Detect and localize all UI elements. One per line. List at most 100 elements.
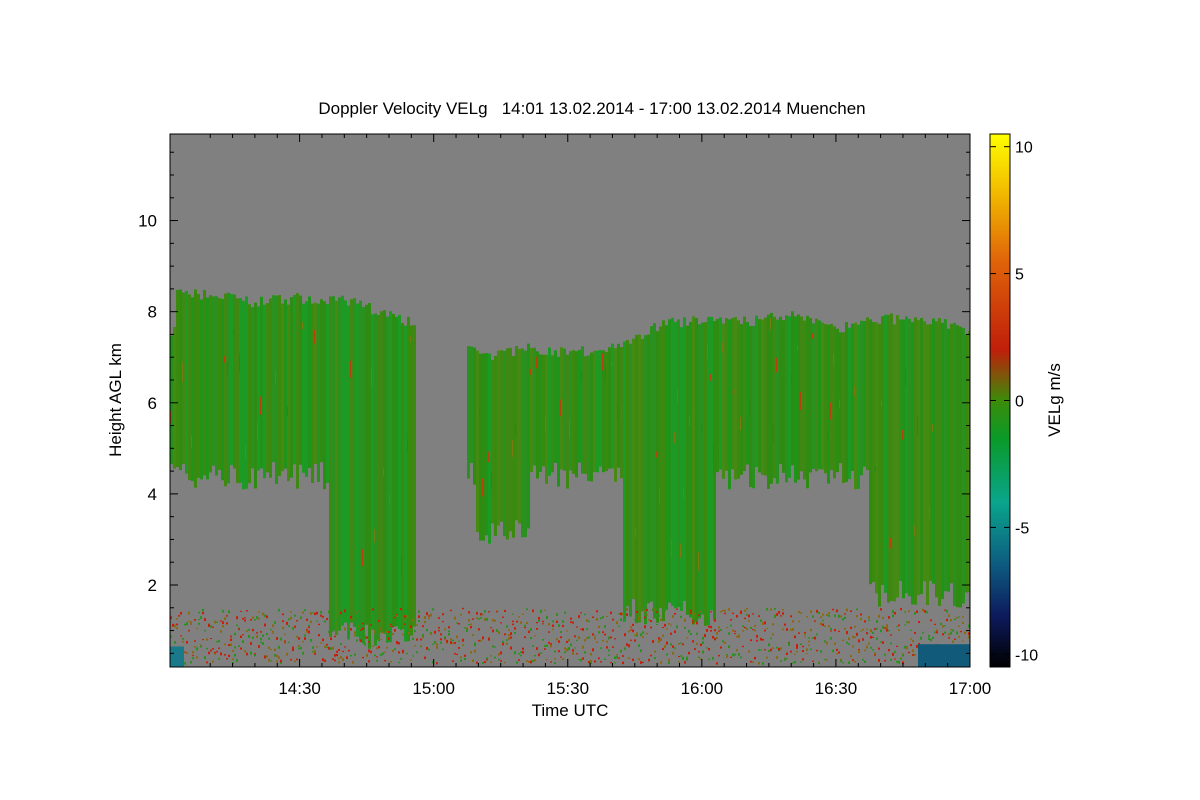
echo-column (962, 327, 965, 604)
echo-streak (917, 415, 918, 435)
clutter-pixel (792, 662, 794, 664)
clutter-pixel (882, 641, 884, 644)
echo-streak (875, 466, 876, 472)
clutter-pixel (538, 653, 540, 657)
clutter-pixel (770, 608, 772, 611)
clutter-pixel (808, 637, 810, 639)
echo-streak (569, 418, 570, 439)
echo-column (785, 315, 788, 483)
echo-column (635, 334, 638, 624)
clutter-pixel (792, 627, 794, 631)
clutter-pixel (230, 635, 232, 638)
clutter-pixel (508, 637, 510, 640)
clutter-pixel (202, 639, 204, 641)
clutter-pixel (348, 625, 350, 627)
clutter-pixel (336, 650, 338, 653)
clutter-pixel (750, 660, 752, 663)
clutter-pixel (662, 627, 664, 629)
clutter-pixel (216, 650, 218, 653)
clutter-pixel (440, 638, 442, 641)
clutter-pixel (554, 658, 556, 660)
echo-streak (545, 417, 546, 431)
clutter-pixel (722, 640, 724, 643)
echo-column (338, 297, 341, 631)
clutter-pixel (724, 641, 726, 645)
clutter-pixel (482, 613, 484, 616)
echo-column (956, 325, 959, 608)
clutter-pixel (412, 618, 414, 622)
clutter-pixel (352, 616, 354, 618)
echo-streak (671, 539, 672, 558)
clutter-pixel (752, 661, 754, 663)
clutter-pixel (746, 627, 748, 631)
clutter-pixel (504, 633, 506, 636)
clutter-pixel (356, 639, 358, 642)
echo-column (386, 316, 389, 643)
clutter-pixel (624, 616, 626, 619)
clutter-pixel (646, 632, 648, 635)
clutter-pixel (456, 653, 458, 655)
echo-streak (383, 468, 384, 476)
clutter-pixel (632, 623, 634, 626)
clutter-pixel (578, 615, 580, 618)
clutter-pixel (572, 621, 574, 624)
colorbar-tick-label: 5 (1015, 267, 1024, 284)
clutter-pixel (706, 622, 708, 624)
clutter-pixel (842, 661, 844, 664)
echo-streak (314, 329, 315, 344)
clutter-pixel (176, 618, 178, 620)
clutter-pixel (236, 659, 238, 662)
clutter-pixel (280, 659, 282, 663)
clutter-pixel (548, 631, 550, 633)
echo-column (731, 318, 734, 470)
echo-streak (482, 478, 483, 497)
clutter-pixel (374, 628, 376, 631)
clutter-pixel (874, 628, 876, 630)
clutter-pixel (812, 660, 814, 662)
clutter-pixel (566, 648, 568, 652)
echo-column (728, 319, 731, 490)
clutter-pixel (666, 653, 668, 656)
clutter-pixel (506, 625, 508, 628)
clutter-pixel (672, 651, 674, 655)
clutter-pixel (352, 661, 354, 664)
clutter-pixel (686, 656, 688, 660)
clutter-pixel (720, 629, 722, 631)
clutter-pixel (658, 640, 660, 643)
clutter-pixel (634, 634, 636, 636)
clutter-pixel (872, 649, 874, 651)
clutter-pixel (236, 624, 238, 627)
echo-column (644, 335, 647, 625)
clutter-pixel (694, 609, 696, 611)
clutter-pixel (186, 640, 188, 644)
clutter-pixel (656, 611, 658, 613)
clutter-pixel (334, 635, 336, 638)
clutter-pixel (522, 651, 524, 654)
clutter-pixel (896, 645, 898, 648)
clutter-pixel (894, 658, 896, 660)
echo-column (839, 332, 842, 464)
clutter-pixel (296, 635, 298, 638)
echo-column (332, 296, 335, 631)
clutter-pixel (258, 611, 260, 613)
clutter-pixel (396, 641, 398, 645)
clutter-pixel (354, 631, 356, 635)
echo-streak (905, 368, 906, 386)
clutter-pixel (662, 634, 664, 637)
clutter-pixel (308, 630, 310, 634)
y-tick-label: 4 (148, 485, 157, 504)
clutter-pixel (704, 634, 706, 638)
echo-column (185, 290, 188, 474)
clutter-pixel (454, 652, 456, 655)
clutter-pixel (380, 627, 382, 630)
echo-streak (536, 356, 537, 369)
clutter-pixel (204, 629, 206, 632)
clutter-pixel (470, 651, 472, 654)
clutter-pixel (448, 626, 450, 629)
echo-streak (797, 345, 798, 351)
clutter-pixel (494, 646, 496, 648)
surface-echo-left (170, 646, 184, 667)
echo-column (329, 296, 332, 637)
clutter-pixel (726, 653, 728, 656)
echo-streak (677, 387, 678, 404)
